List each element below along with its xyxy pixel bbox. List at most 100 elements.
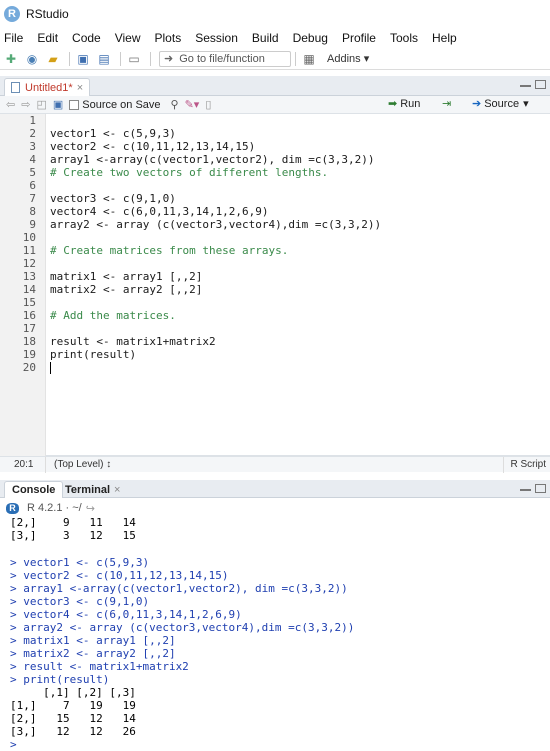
source-on-save-label: Source on Save xyxy=(82,98,161,111)
menu-session[interactable]: Session xyxy=(195,31,238,45)
console-line: > print(result) xyxy=(10,673,110,686)
menu-view[interactable]: View xyxy=(115,31,141,45)
run-button[interactable]: ➡ Run xyxy=(388,97,420,111)
menu-profile[interactable]: Profile xyxy=(342,31,376,45)
toolbar-divider xyxy=(120,51,121,66)
document-outline-icon[interactable]: ▯ xyxy=(205,98,211,111)
code-tools-icon[interactable]: ✎▾ xyxy=(185,98,200,111)
source-label: Source xyxy=(484,97,520,110)
console-line: > vector4 <- c(6,0,11,3,14,1,2,6,9) xyxy=(10,608,242,621)
r-document-icon xyxy=(11,82,20,93)
scope-selector[interactable]: (Top Level) ↕ xyxy=(46,459,111,470)
save-icon[interactable]: ▣ xyxy=(74,51,92,67)
console-line: > array2 <- array (c(vector3,vector4),di… xyxy=(10,621,355,634)
code-line: 15 xyxy=(22,296,36,309)
menu-tools[interactable]: Tools xyxy=(390,31,418,45)
console-line: > result <- matrix1+matrix2 xyxy=(10,660,189,673)
r-logo-icon: R xyxy=(6,502,19,514)
save-icon[interactable]: ▣ xyxy=(53,98,63,111)
goto-arrow-icon: ➜ xyxy=(164,53,174,65)
code-line: 3 vector2 <- c(10,11,12,13,14,15) xyxy=(29,140,256,153)
source-dropdown-icon[interactable]: ▾ xyxy=(523,97,529,110)
console-line: > vector2 <- c(10,11,12,13,14,15) xyxy=(10,569,229,582)
tab-terminal[interactable]: Terminal × xyxy=(58,481,127,498)
menu-code[interactable]: Code xyxy=(72,31,101,45)
code-line: 13 matrix1 <- array1 [,,2] xyxy=(22,270,203,283)
code-line: 18 result <- matrix1+matrix2 xyxy=(22,335,216,348)
editor-toolbar: ⇦ ⇨ ◰ ▣ Source on Save ⚲ ✎▾ ▯ ➡ Run ⇥ ➔ … xyxy=(0,96,550,114)
source-arrow-icon: ➔ xyxy=(472,98,482,110)
console-line: [2,] 15 12 14 xyxy=(10,712,136,725)
close-tab-icon[interactable]: × xyxy=(114,484,120,496)
menu-bar: File Edit Code View Plots Session Build … xyxy=(0,28,550,48)
editor-status-bar: 20:1 (Top Level) ↕ R Script xyxy=(0,456,550,473)
cursor-position: 20:1 xyxy=(0,456,46,473)
search-icon[interactable]: ⚲ xyxy=(171,98,179,111)
navigate-arrow-icon[interactable]: ↪ xyxy=(86,502,95,515)
code-line: 5 # Create two vectors of different lengt… xyxy=(29,166,329,179)
tab-console[interactable]: Console xyxy=(4,481,64,498)
new-project-icon[interactable]: ◉ xyxy=(23,51,41,67)
pane-layout-icon[interactable]: ▦ xyxy=(300,51,318,67)
code-line: 7 vector3 <- c(9,1,0) xyxy=(29,192,176,205)
console-prompt[interactable]: > xyxy=(10,738,23,751)
menu-plots[interactable]: Plots xyxy=(155,31,182,45)
code-line: 12 xyxy=(22,257,36,270)
source-button[interactable]: ➔ Source ▾ xyxy=(472,97,529,111)
open-file-icon[interactable]: ▰ xyxy=(44,51,62,67)
print-icon[interactable]: ▭ xyxy=(125,51,143,67)
code-line: 1 xyxy=(29,114,36,127)
source-on-save-checkbox[interactable] xyxy=(69,99,80,110)
pane-controls xyxy=(520,484,546,493)
code-line: 9 array2 <- array (c(vector3,vector4),dim… xyxy=(29,218,382,231)
code-line: 11 # Create matrices from these arrays. xyxy=(22,244,289,257)
menu-build[interactable]: Build xyxy=(252,31,279,45)
r-version-label: R 4.2.1 · ~/ xyxy=(27,502,82,514)
goto-file-function-input[interactable]: ➜ Go to file/function xyxy=(159,50,291,67)
console-line: [1,] 7 19 19 xyxy=(10,699,136,712)
window-title: RStudio xyxy=(26,7,69,21)
minimize-pane-icon[interactable] xyxy=(520,484,531,491)
tab-untitled1[interactable]: Untitled1* × xyxy=(4,78,91,96)
console-line: > matrix2 <- array2 [,,2] xyxy=(10,647,176,660)
close-tab-icon[interactable]: × xyxy=(77,82,83,94)
goto-placeholder: Go to file/function xyxy=(179,52,265,65)
file-type-selector[interactable]: R Script xyxy=(503,457,546,473)
code-line: 20 xyxy=(0,361,550,374)
code-line: 10 xyxy=(22,231,36,244)
code-line: 6 xyxy=(29,179,36,192)
pane-controls xyxy=(520,80,546,89)
main-toolbar: ✚ ◉ ▰ ▣ ▤ ▭ ➜ Go to file/function ▦ Addi… xyxy=(0,48,550,70)
console-output[interactable]: [2,] 9 11 14 [3,] 3 12 15 > vector1 <- c… xyxy=(0,516,550,751)
show-in-window-icon[interactable]: ◰ xyxy=(36,98,46,111)
maximize-pane-icon[interactable] xyxy=(535,484,546,493)
menu-edit[interactable]: Edit xyxy=(37,31,58,45)
text-cursor xyxy=(50,362,51,374)
console-line: > matrix1 <- array1 [,,2] xyxy=(10,634,176,647)
code-editor[interactable]: 1 2 vector1 <- c(5,9,3) 3 vector2 <- c(10,… xyxy=(0,114,550,456)
console-tab-bar: Console Terminal × xyxy=(0,480,550,498)
toolbar-divider xyxy=(295,51,296,66)
save-all-icon[interactable]: ▤ xyxy=(95,51,113,67)
toolbar-divider xyxy=(150,51,151,66)
maximize-pane-icon[interactable] xyxy=(535,80,546,89)
console-line: > vector1 <- c(5,9,3) xyxy=(10,556,150,569)
menu-debug[interactable]: Debug xyxy=(293,31,328,45)
back-icon[interactable]: ⇦ xyxy=(6,98,15,111)
minimize-pane-icon[interactable] xyxy=(520,80,531,87)
console-line: [2,] 9 11 14 xyxy=(10,516,136,529)
menu-help[interactable]: Help xyxy=(432,31,457,45)
addins-menu[interactable]: Addins ▾ xyxy=(327,52,369,65)
console-line: > array1 <-array(c(vector1,vector2), dim… xyxy=(10,582,348,595)
editor-tab-bar: Untitled1* × xyxy=(0,76,550,96)
code-line: 14 matrix2 <- array2 [,,2] xyxy=(22,283,203,296)
forward-icon[interactable]: ⇨ xyxy=(21,98,30,111)
console-line: [,1] [,2] [,3] xyxy=(10,686,136,699)
title-bar: R RStudio xyxy=(0,0,550,28)
menu-file[interactable]: File xyxy=(4,31,23,45)
code-line: 19 print(result) xyxy=(22,348,137,361)
new-file-icon[interactable]: ✚ xyxy=(2,51,20,67)
rerun-icon[interactable]: ⇥ xyxy=(442,97,451,110)
code-line: 2 vector1 <- c(5,9,3) xyxy=(29,127,176,140)
code-line: 4 array1 <-array(c(vector1,vector2), dim … xyxy=(29,153,375,166)
